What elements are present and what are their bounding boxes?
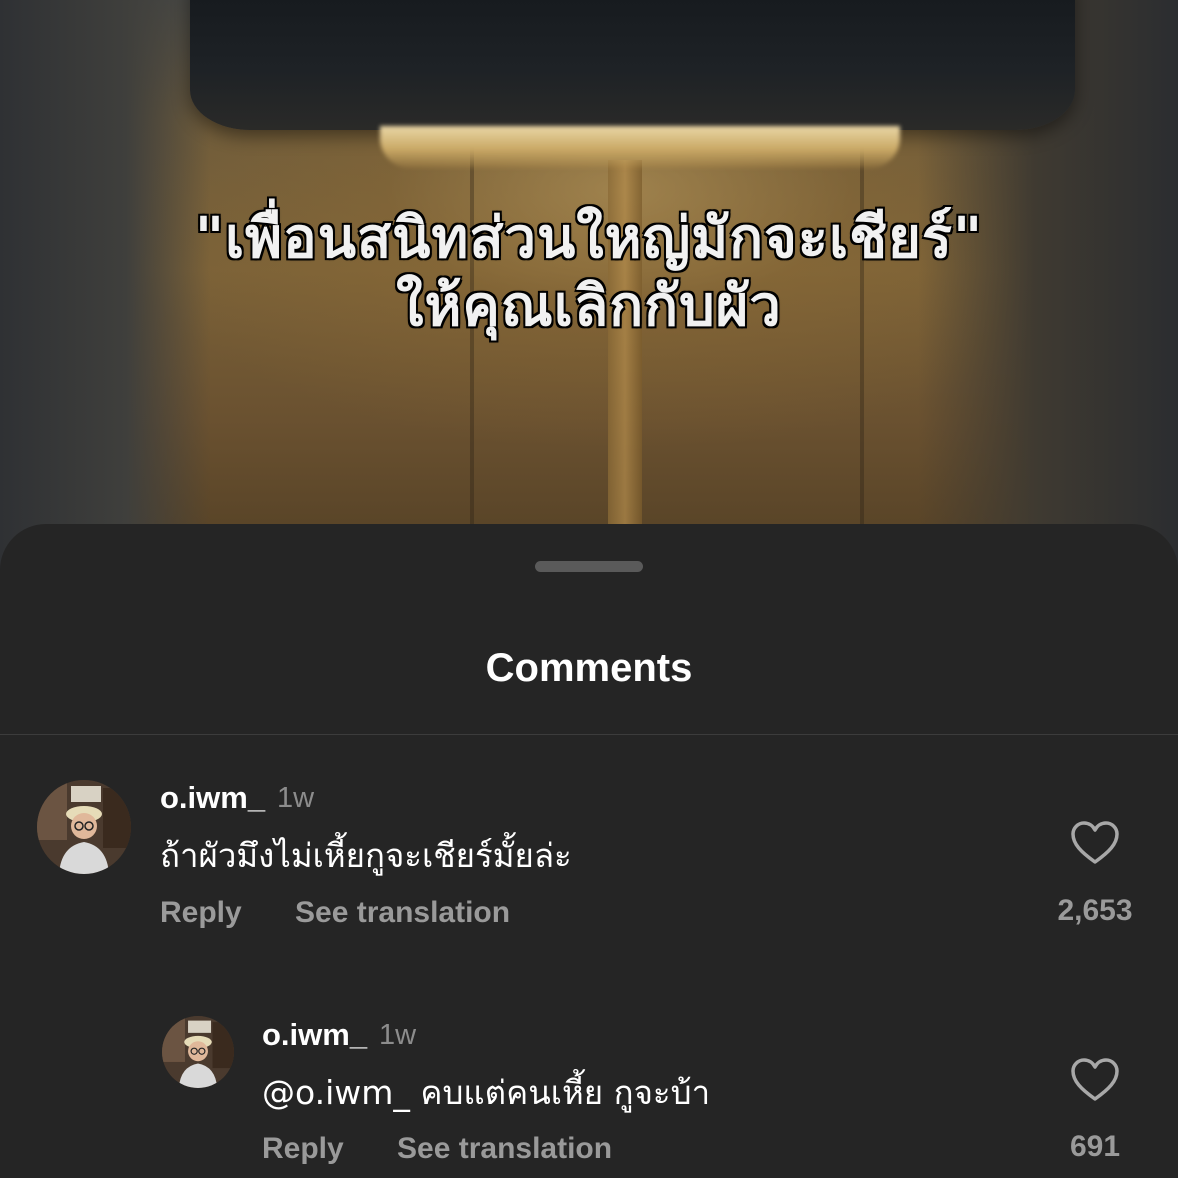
video-background[interactable]: "เพื่อนสนิทส่วนใหญ่มักจะเชียร์" ให้คุณเล… [0,0,1178,600]
comment-timestamp: 1w [379,1019,417,1051]
header-divider [0,734,1178,735]
see-translation-button[interactable]: See translation [295,896,510,930]
like-count: 2,653 [1057,894,1133,927]
like-button[interactable] [1069,820,1121,866]
avatar-photo-icon [37,780,131,874]
lamp-shade [190,0,1075,130]
lamp-glow [380,126,900,168]
heart-outline-icon [1071,821,1119,864]
comment-username[interactable]: o.iwm_ [262,1017,367,1053]
comment-text: ถ้าผัวมึงไม่เหี้ยกูจะเชียร์มั้ยล่ะ [160,836,572,875]
avatar[interactable] [162,1016,234,1088]
video-caption: "เพื่อนสนิทส่วนใหญ่มักจะเชียร์" ให้คุณเล… [0,205,1178,342]
comments-sheet: Comments o.iwm_ 1w ถ้าผัวมึงไม่เหี้ยกูจะ… [0,524,1178,1178]
heart-outline-icon [1071,1058,1119,1101]
reply-button[interactable]: Reply [262,1132,344,1166]
video-caption-line-1: "เพื่อนสนิทส่วนใหญ่มักจะเชียร์" [194,205,984,272]
avatar-photo-icon [162,1016,234,1088]
comment-text: @o.iwm_ คบแต่คนเหี้ย กูจะบ้า [262,1073,711,1112]
like-button[interactable] [1069,1057,1121,1103]
avatar[interactable] [37,780,131,874]
like-count: 691 [1069,1130,1121,1163]
comment-username[interactable]: o.iwm_ [160,780,265,816]
see-translation-button[interactable]: See translation [397,1132,612,1166]
screen: "เพื่อนสนิทส่วนใหญ่มักจะเชียร์" ให้คุณเล… [0,0,1178,1178]
comment-timestamp: 1w [277,782,315,814]
sheet-grab-handle[interactable] [535,561,643,572]
video-caption-line-2: ให้คุณเลิกกับผัว [395,273,782,340]
comments-title: Comments [485,646,693,690]
reply-button[interactable]: Reply [160,896,242,930]
